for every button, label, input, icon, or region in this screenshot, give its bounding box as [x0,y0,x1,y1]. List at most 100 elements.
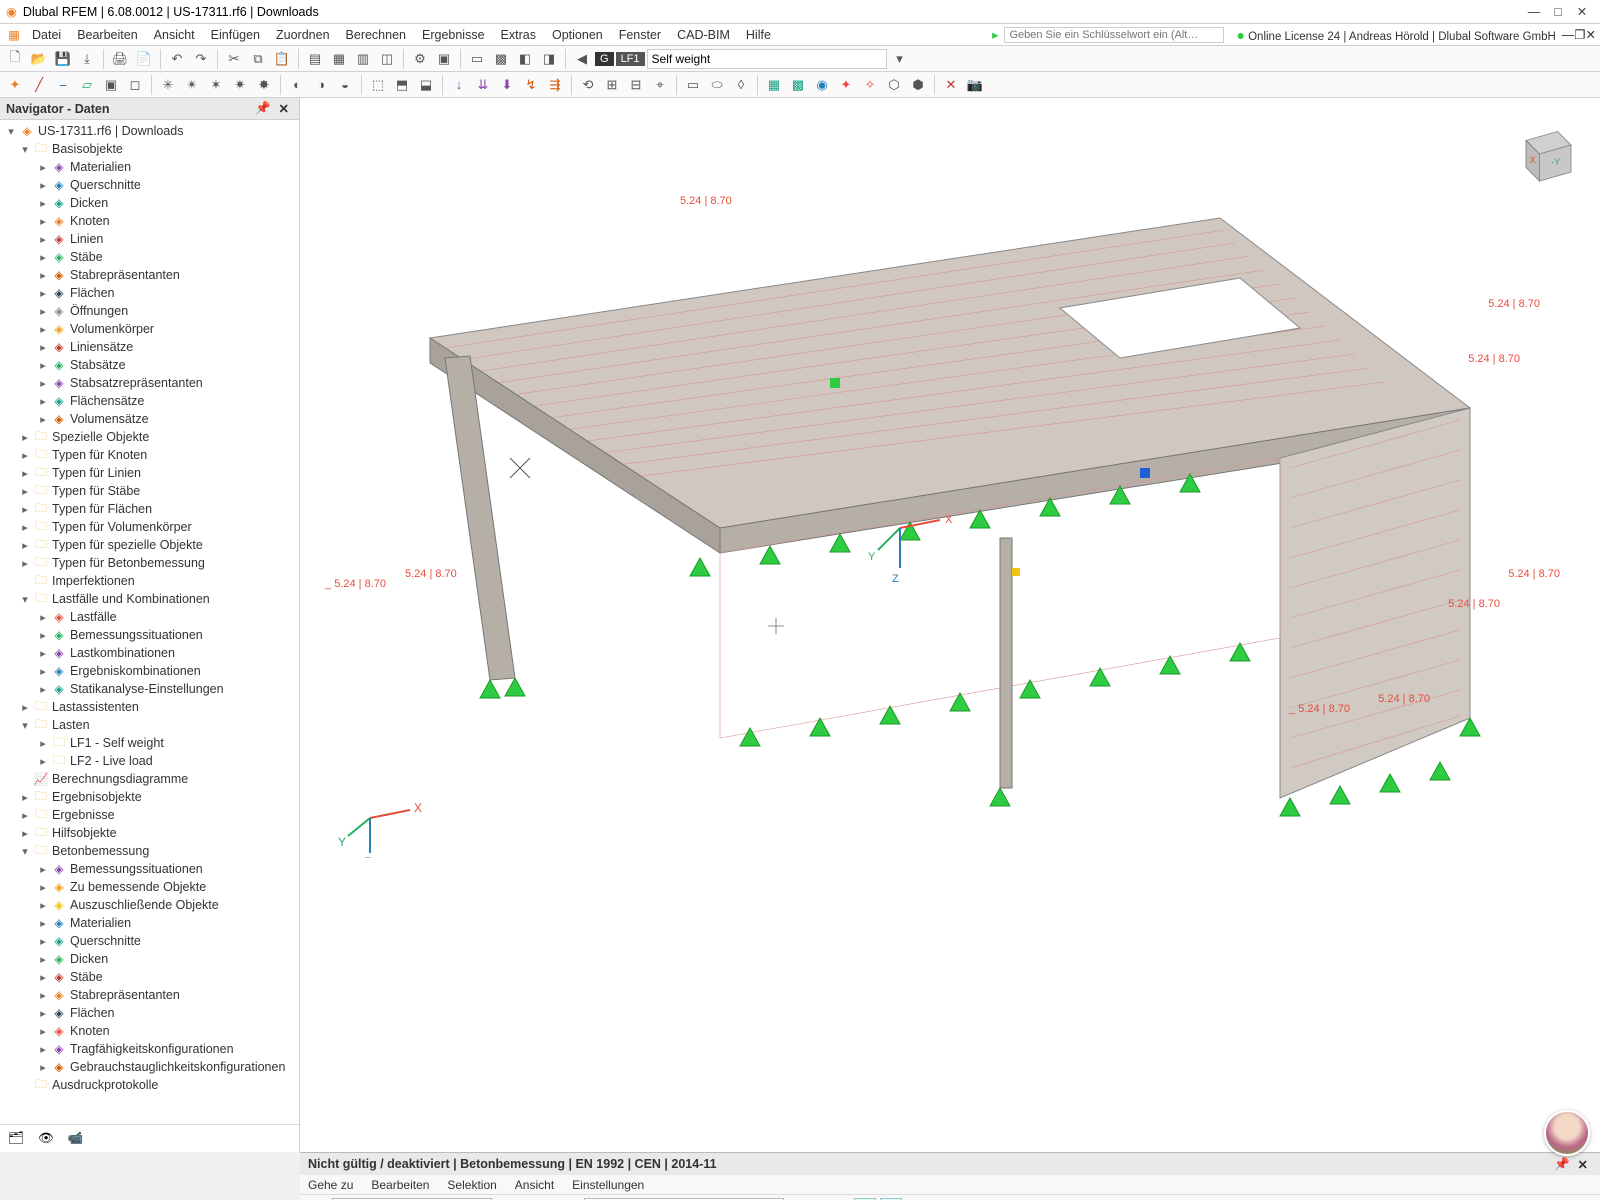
tree-item[interactable]: Flächensätze [68,394,144,408]
disp-d-icon[interactable]: ✦ [835,74,857,96]
del-icon[interactable]: ✕ [940,74,962,96]
cut-icon[interactable]: ✂ [223,48,245,70]
view-b-icon[interactable]: ⊞ [601,74,623,96]
panel-menu-gehezu[interactable]: Gehe zu [308,1178,353,1192]
tree-item[interactable]: Materialien [68,916,131,930]
disp-e-icon[interactable]: ✧ [859,74,881,96]
design-icon[interactable]: ◨ [538,48,560,70]
tree-item[interactable]: Stabrepräsentanten [68,268,180,282]
navigator-close-icon[interactable]: ✕ [275,101,293,116]
fe-icon[interactable]: ▩ [490,48,512,70]
results-icon[interactable]: ◧ [514,48,536,70]
tool-a-icon[interactable]: ✦ [4,74,26,96]
navigator-pin-icon[interactable]: 📌 [251,101,275,116]
open-icon[interactable]: 📂 [28,48,50,70]
redo-icon[interactable]: ↷ [190,48,212,70]
tree-item[interactable]: LF2 - Live load [68,754,153,768]
tree-item[interactable]: Lastfälle [68,610,117,624]
menu-fenster[interactable]: Fenster [611,26,669,44]
menu-bearbeiten[interactable]: Bearbeiten [69,26,145,44]
tool-p-icon[interactable]: ⬓ [415,74,437,96]
tree-ergebobj[interactable]: Ergebnisobjekte [50,790,142,804]
tree-item[interactable]: Gebrauchstauglichkeitskonfigurationen [68,1060,285,1074]
model-icon[interactable]: ▭ [466,48,488,70]
loadcase-name-input[interactable] [647,49,887,69]
tree-lastass[interactable]: Lastassistenten [50,700,139,714]
report-icon[interactable]: 📄 [133,48,155,70]
tree-item[interactable]: Liniensätze [68,340,133,354]
view-c-icon[interactable]: ⊟ [625,74,647,96]
cam-icon[interactable]: 📷 [964,74,986,96]
panel-pin-icon[interactable]: 📌 [1550,1157,1574,1172]
nav-data-tab-icon[interactable]: 🗂 [8,1131,24,1146]
views-icon[interactable]: ◫ [376,48,398,70]
tree-item[interactable]: Volumenkörper [68,322,154,336]
tree-item[interactable]: Lastkombinationen [68,646,175,660]
tool-i-icon[interactable]: ✷ [229,74,251,96]
copy-icon[interactable]: ⧉ [247,48,269,70]
tree-item[interactable]: Statikanalyse-Einstellungen [68,682,224,696]
panel-close-icon[interactable]: ✕ [1574,1157,1592,1172]
minimize-button[interactable]: — [1522,5,1546,19]
view-cube[interactable]: -Y X [1508,118,1580,190]
tree-lasten[interactable]: Lasten [50,718,90,732]
panel-menu-bearbeiten[interactable]: Bearbeiten [371,1178,429,1192]
tool-open-icon[interactable]: ◻ [124,74,146,96]
menu-zuordnen[interactable]: Zuordnen [268,26,338,44]
panel-menu-einstellungen[interactable]: Einstellungen [572,1178,644,1192]
disp-c-icon[interactable]: ◉ [811,74,833,96]
viewport-3d[interactable]: X Y Z X Y Z 5.24 | 8.70 5.24 | 8.70 5.24… [300,98,1600,1152]
sel-a-icon[interactable]: ▭ [682,74,704,96]
app-menu-icon[interactable]: ▦ [4,27,24,42]
mdi-close[interactable]: ✕ [1586,27,1596,42]
tree-ausdruck[interactable]: Ausdruckprotokolle [50,1078,158,1092]
tool-n-icon[interactable]: ⬚ [367,74,389,96]
undo-icon[interactable]: ↶ [166,48,188,70]
tree-item[interactable]: Stabrepräsentanten [68,988,180,1002]
keyword-search-input[interactable] [1004,27,1224,43]
table-icon[interactable]: ▦ [328,48,350,70]
panel-menu-selektion[interactable]: Selektion [447,1178,496,1192]
tool-j-icon[interactable]: ✸ [253,74,275,96]
panels-icon[interactable]: ▥ [352,48,374,70]
tree-item[interactable]: Öffnungen [68,304,128,318]
tool-surf-icon[interactable]: ▱ [76,74,98,96]
menu-cadbim[interactable]: CAD-BIM [669,26,738,44]
load-e-icon[interactable]: ⇶ [544,74,566,96]
tool-member-icon[interactable]: ⎯ [52,74,74,96]
tool-o-icon[interactable]: ⬒ [391,74,413,96]
nav-cam-tab-icon[interactable]: 📹 [68,1131,84,1146]
menu-berechnen[interactable]: Berechnen [338,26,414,44]
tree-lastfaelle[interactable]: Lastfälle und Kombinationen [50,592,210,606]
tree-item[interactable]: Querschnitte [68,934,141,948]
menu-ansicht[interactable]: Ansicht [146,26,203,44]
menu-optionen[interactable]: Optionen [544,26,611,44]
navigator-tree[interactable]: ▾◈US-17311.rf6 | Downloads ▾🗀Basisobjekt… [0,120,299,1124]
assistant-avatar[interactable] [1544,1110,1590,1156]
view-d-icon[interactable]: ⌖ [649,74,671,96]
tree-typ-spez[interactable]: Typen für spezielle Objekte [50,538,203,552]
tree-typ-staebe[interactable]: Typen für Stäbe [50,484,140,498]
load-c-icon[interactable]: ⬇ [496,74,518,96]
tree-item[interactable]: Stabsatzrepräsentanten [68,376,203,390]
tree-item[interactable]: Dicken [68,196,108,210]
save-as-icon[interactable]: ⤓ [76,48,98,70]
load-b-icon[interactable]: ⇊ [472,74,494,96]
tree-typ-beton[interactable]: Typen für Betonbemessung [50,556,205,570]
tree-item[interactable]: Ergebniskombinationen [68,664,201,678]
panel-menu-ansicht[interactable]: Ansicht [515,1178,554,1192]
tree-item[interactable]: Zu bemessende Objekte [68,880,206,894]
tree-item[interactable]: Flächen [68,286,114,300]
tree-item[interactable]: Querschnitte [68,178,141,192]
tree-item[interactable]: Materialien [68,160,131,174]
paste-icon[interactable]: 📋 [271,48,293,70]
tree-berechnungsdiag[interactable]: Berechnungsdiagramme [50,772,188,786]
tool-l-icon[interactable]: ◑ [310,74,332,96]
menu-einfuegen[interactable]: Einfügen [203,26,268,44]
tree-imperf[interactable]: Imperfektionen [50,574,135,588]
new-icon[interactable]: 🗋 [4,48,26,70]
sel-c-icon[interactable]: ◊ [730,74,752,96]
tool-m-icon[interactable]: ◒ [334,74,356,96]
tree-item[interactable]: Volumensätze [68,412,149,426]
tool-g-icon[interactable]: ✴ [181,74,203,96]
